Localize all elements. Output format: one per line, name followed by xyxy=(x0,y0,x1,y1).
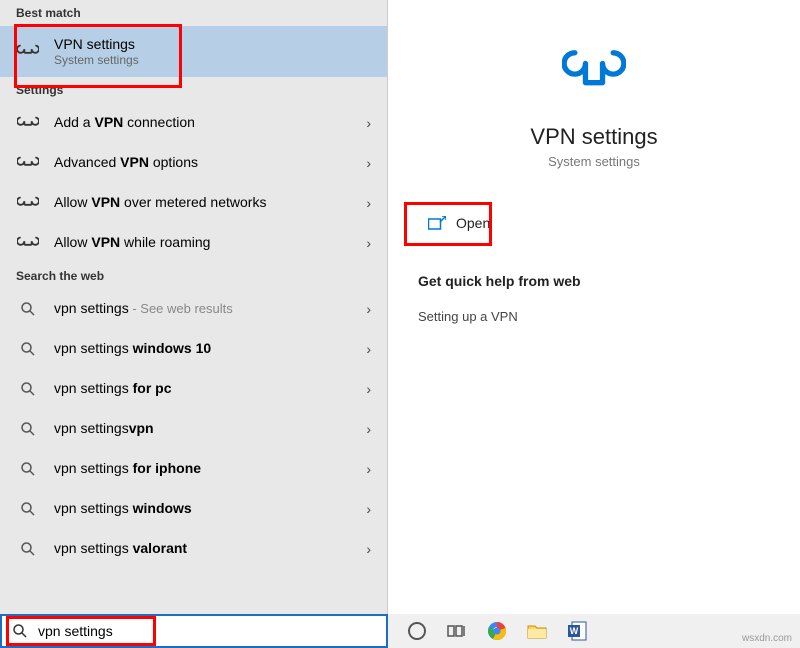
search-icon xyxy=(16,337,40,361)
search-text: vpn settings xyxy=(38,623,113,639)
result-title: Add a VPN connection xyxy=(54,114,371,131)
web-result[interactable]: vpn settings - See web results › xyxy=(0,289,387,329)
web-header: Search the web xyxy=(0,263,387,289)
svg-text:W: W xyxy=(570,626,579,636)
web-result[interactable]: vpn settings windows 10 › xyxy=(0,329,387,369)
vpn-large-icon xyxy=(562,40,626,104)
best-match-header: Best match xyxy=(0,0,387,26)
preview-panel: VPN settings System settings Open Get qu… xyxy=(388,0,800,614)
settings-result-roaming[interactable]: Allow VPN while roaming › xyxy=(0,223,387,263)
web-result[interactable]: vpn settings valorant › xyxy=(0,529,387,569)
chevron-right-icon[interactable]: › xyxy=(366,195,371,211)
chevron-right-icon[interactable]: › xyxy=(366,421,371,437)
search-icon xyxy=(12,623,28,639)
open-button[interactable]: Open xyxy=(418,209,770,237)
open-label: Open xyxy=(456,215,490,231)
result-title: Allow VPN over metered networks xyxy=(54,194,371,211)
result-title: vpn settings - See web results xyxy=(54,300,371,317)
vpn-settings-icon xyxy=(16,39,40,63)
best-match-result[interactable]: VPN settings System settings xyxy=(0,26,387,77)
settings-header: Settings xyxy=(0,77,387,103)
search-icon xyxy=(16,537,40,561)
best-match-subtitle: System settings xyxy=(54,53,371,67)
chrome-icon[interactable] xyxy=(486,620,508,642)
result-title: vpn settings for iphone xyxy=(54,460,371,477)
chevron-right-icon[interactable]: › xyxy=(366,155,371,171)
watermark: wsxdn.com xyxy=(742,633,792,644)
search-icon xyxy=(16,417,40,441)
help-link-setup-vpn[interactable]: Setting up a VPN xyxy=(418,305,770,328)
taskbar: W xyxy=(388,614,800,648)
chevron-right-icon[interactable]: › xyxy=(366,235,371,251)
chevron-right-icon[interactable]: › xyxy=(366,381,371,397)
vpn-settings-icon xyxy=(16,111,40,135)
vpn-settings-icon xyxy=(16,191,40,215)
web-result[interactable]: vpn settingsvpn › xyxy=(0,409,387,449)
search-input[interactable]: vpn settings xyxy=(0,614,388,648)
result-title: vpn settings windows 10 xyxy=(54,340,371,357)
search-icon xyxy=(16,457,40,481)
web-result[interactable]: vpn settings for iphone › xyxy=(0,449,387,489)
chevron-right-icon[interactable]: › xyxy=(366,501,371,517)
search-results-panel: Best match VPN settings System settings … xyxy=(0,0,388,614)
settings-result-add-vpn[interactable]: Add a VPN connection › xyxy=(0,103,387,143)
result-title: vpn settings windows xyxy=(54,500,371,517)
preview-subtitle: System settings xyxy=(548,154,640,169)
vpn-settings-icon xyxy=(16,151,40,175)
search-icon xyxy=(16,377,40,401)
web-result[interactable]: vpn settings windows › xyxy=(0,489,387,529)
task-view-icon[interactable] xyxy=(446,620,468,642)
result-title: vpn settingsvpn xyxy=(54,420,371,437)
chevron-right-icon[interactable]: › xyxy=(366,341,371,357)
chevron-right-icon[interactable]: › xyxy=(366,541,371,557)
settings-result-metered[interactable]: Allow VPN over metered networks › xyxy=(0,183,387,223)
word-icon[interactable]: W xyxy=(566,620,588,642)
result-title: vpn settings for pc xyxy=(54,380,371,397)
open-icon xyxy=(428,216,446,230)
web-result[interactable]: vpn settings for pc › xyxy=(0,369,387,409)
search-icon xyxy=(16,497,40,521)
chevron-right-icon[interactable]: › xyxy=(366,115,371,131)
cortana-icon[interactable] xyxy=(406,620,428,642)
help-header: Get quick help from web xyxy=(418,273,770,289)
result-title: Allow VPN while roaming xyxy=(54,234,371,251)
vpn-settings-icon xyxy=(16,231,40,255)
settings-result-advanced-vpn[interactable]: Advanced VPN options › xyxy=(0,143,387,183)
best-match-title: VPN settings xyxy=(54,36,371,53)
file-explorer-icon[interactable] xyxy=(526,620,548,642)
search-icon xyxy=(16,297,40,321)
chevron-right-icon[interactable]: › xyxy=(366,461,371,477)
chevron-right-icon[interactable]: › xyxy=(366,301,371,317)
preview-title: VPN settings xyxy=(530,124,657,150)
result-title: Advanced VPN options xyxy=(54,154,371,171)
result-title: vpn settings valorant xyxy=(54,540,371,557)
